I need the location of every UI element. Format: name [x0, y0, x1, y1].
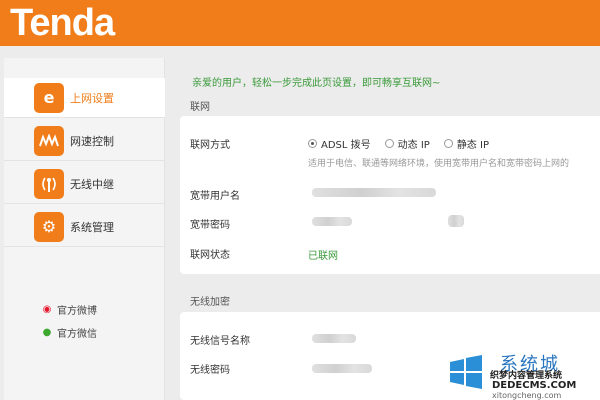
- speed-wave-icon: [34, 125, 64, 156]
- radio-adsl-dialup[interactable]: ADSL 拨号: [308, 136, 371, 151]
- sidebar-item-system-management[interactable]: ⚙ 系统管理: [4, 207, 165, 247]
- sidebar-item-label: 系统管理: [70, 220, 114, 234]
- wireless-ssid-label: 无线信号名称: [190, 336, 250, 347]
- radio-label: 动态 IP: [397, 140, 430, 151]
- obscured-ssid: [312, 334, 356, 343]
- obscured-password-end: [448, 215, 464, 227]
- wireless-ssid-input[interactable]: [308, 328, 468, 348]
- internet-section-title: 联网: [190, 102, 210, 113]
- connection-type-options: ADSL 拨号 动态 IP 静态 IP: [308, 136, 503, 151]
- radio-checked-icon: [308, 139, 317, 148]
- broadband-username-input[interactable]: [308, 182, 468, 202]
- sidebar: e 上网设置 网速控制 无线中继 ⚙ 系统管理 ◉ 官方微博 ● 官方微信: [4, 58, 165, 400]
- weibo-icon: ◉: [42, 304, 52, 315]
- obscured-username: [312, 188, 436, 197]
- connection-status-label: 联网状态: [190, 250, 230, 261]
- obscured-wifi-password: [312, 364, 372, 373]
- connection-type-hint: 适用于电信、联通等网络环境，使用宽带用户名和宽带密码上网的: [308, 159, 570, 169]
- radio-static-ip[interactable]: 静态 IP: [443, 136, 489, 151]
- radio-unchecked-icon: [443, 139, 453, 148]
- tenda-logo[interactable]: Tenda: [10, 0, 115, 46]
- wireless-antenna-icon: [34, 168, 64, 199]
- sidebar-item-label: 网速控制: [70, 134, 114, 148]
- broadband-password-input[interactable]: [308, 211, 468, 231]
- sidebar-item-label: 上网设置: [70, 91, 114, 105]
- sidebar-item-label: 无线中继: [70, 177, 114, 191]
- connection-status-value: 已联网: [308, 251, 338, 262]
- watermark-url: xitongcheng.com: [492, 391, 562, 400]
- radio-dynamic-ip[interactable]: 动态 IP: [384, 136, 430, 151]
- top-header-bar: Tenda: [0, 0, 600, 46]
- wechat-icon: ●: [42, 327, 52, 338]
- broadband-username-label: 宽带用户名: [190, 191, 240, 202]
- weibo-label: 官方微博: [57, 306, 97, 317]
- sidebar-item-internet-settings[interactable]: e 上网设置: [4, 78, 165, 118]
- radio-label: 静态 IP: [456, 140, 489, 151]
- wireless-password-label: 无线密码: [190, 365, 230, 376]
- sidebar-item-speed-control[interactable]: 网速控制: [4, 121, 165, 161]
- radio-unchecked-icon: [384, 139, 394, 148]
- windows-logo-icon: [450, 355, 482, 389]
- obscured-password: [312, 217, 352, 226]
- official-wechat-link[interactable]: ● 官方微信: [40, 325, 97, 340]
- wechat-label: 官方微信: [57, 329, 97, 340]
- site-watermark: 系统城 织梦内容管理系统 DEDECMS.COM xitongcheng.com: [442, 348, 600, 400]
- sidebar-item-wireless-repeater[interactable]: 无线中继: [4, 164, 165, 204]
- wireless-section-title: 无线加密: [190, 297, 230, 308]
- internet-explorer-icon: e: [34, 82, 64, 113]
- connection-type-label: 联网方式: [190, 140, 230, 151]
- official-weibo-link[interactable]: ◉ 官方微博: [40, 302, 97, 317]
- watermark-domain: DEDECMS.COM: [492, 380, 577, 391]
- gear-icon: ⚙: [34, 211, 64, 242]
- radio-label: ADSL 拨号: [321, 140, 371, 151]
- broadband-password-label: 宽带密码: [190, 220, 230, 231]
- welcome-message: 亲爱的用户，轻松一步完成此页设置，即可畅享互联网~: [192, 78, 441, 89]
